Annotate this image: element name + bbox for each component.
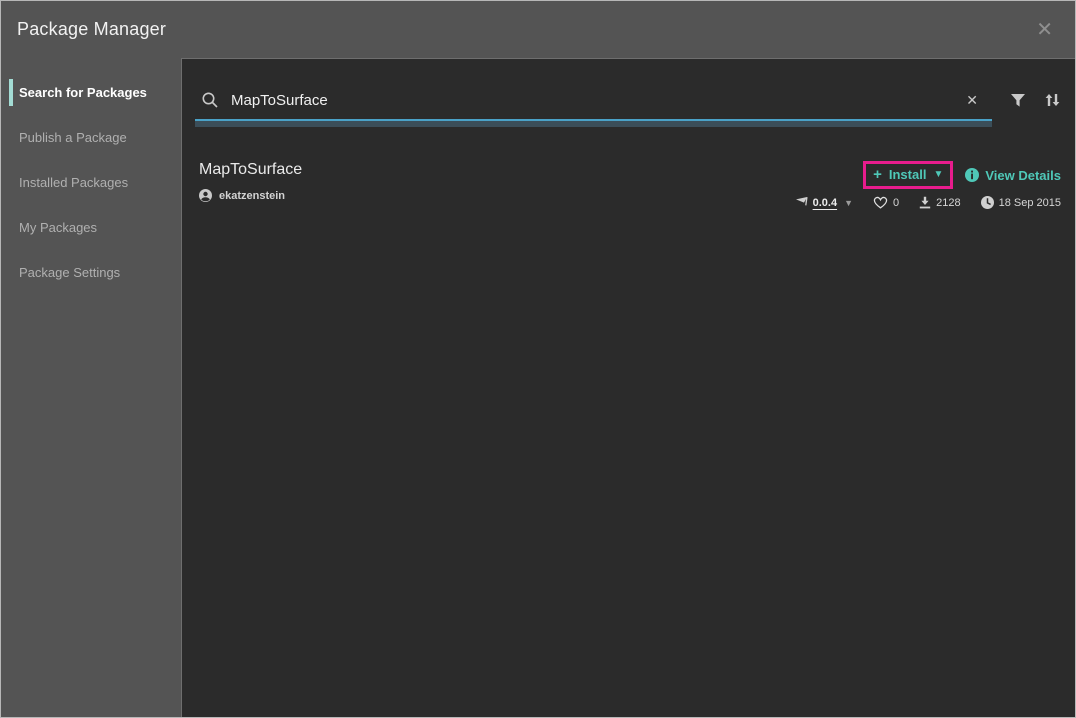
downloads-group: 2128 — [919, 196, 960, 209]
clock-icon — [981, 196, 994, 209]
flag-icon — [794, 196, 808, 209]
window-title: Package Manager — [17, 19, 166, 40]
date-group: 18 Sep 2015 — [981, 196, 1061, 209]
sidebar-item-label: Package Settings — [19, 265, 120, 280]
sidebar-item-publish-a-package[interactable]: Publish a Package — [1, 115, 181, 160]
sidebar-item-label: Publish a Package — [19, 130, 127, 145]
install-label: Install — [889, 167, 927, 182]
package-actions: + Install ▼ — [794, 161, 1061, 209]
active-accent-bar — [9, 79, 13, 106]
search-input[interactable] — [231, 92, 958, 109]
heart-icon[interactable] — [873, 196, 888, 209]
publish-date: 18 Sep 2015 — [999, 197, 1061, 209]
titlebar: Package Manager ✕ — [1, 1, 1075, 58]
author-name[interactable]: ekatzenstein — [219, 190, 285, 202]
likes-group: 0 — [873, 196, 899, 209]
download-icon — [919, 196, 931, 209]
sidebar-item-search-for-packages[interactable]: Search for Packages — [1, 70, 181, 115]
likes-count: 0 — [893, 197, 899, 209]
plus-icon: + — [873, 166, 882, 183]
package-info: MapToSurface ekatzenstein — [199, 161, 302, 202]
search-icon — [201, 91, 219, 109]
package-result-row[interactable]: MapToSurface ekatzenstein — [195, 161, 1061, 209]
actions-row: + Install ▼ — [863, 161, 1061, 189]
sidebar-item-installed-packages[interactable]: Installed Packages — [1, 160, 181, 205]
version-dropdown-caret-icon[interactable]: ▼ — [844, 198, 853, 208]
install-dropdown-caret-icon[interactable]: ▼ — [933, 169, 943, 180]
sidebar-item-package-settings[interactable]: Package Settings — [1, 250, 181, 295]
clear-search-icon[interactable]: ✕ — [958, 90, 986, 111]
window-body: Search for Packages Publish a Package In… — [1, 58, 1075, 718]
search-field[interactable]: ✕ — [195, 83, 992, 117]
version-group: 0.0.4 ▼ — [794, 196, 853, 209]
info-icon — [965, 168, 979, 182]
sidebar-item-label: Search for Packages — [19, 85, 147, 100]
search-underline — [195, 119, 992, 127]
author-icon — [199, 189, 212, 202]
install-button[interactable]: + Install ▼ — [873, 166, 943, 183]
version-link[interactable]: 0.0.4 — [813, 197, 837, 209]
view-details-link[interactable]: View Details — [965, 168, 1061, 183]
view-details-label: View Details — [985, 168, 1061, 183]
sidebar-item-label: My Packages — [19, 220, 97, 235]
author-line: ekatzenstein — [199, 189, 302, 202]
install-highlight-box: + Install ▼ — [863, 161, 953, 189]
package-manager-window: Package Manager ✕ Search for Packages Pu… — [0, 0, 1076, 718]
sidebar-item-label: Installed Packages — [19, 175, 128, 190]
sort-icon[interactable] — [1044, 92, 1061, 108]
stats-row: 0.0.4 ▼ 0 — [794, 196, 1061, 209]
package-name: MapToSurface — [199, 161, 302, 179]
search-row: ✕ — [195, 83, 1061, 117]
downloads-count: 2128 — [936, 197, 960, 209]
sidebar: Search for Packages Publish a Package In… — [1, 58, 181, 718]
close-icon[interactable]: ✕ — [1030, 16, 1059, 44]
main-panel: ✕ MapToSurface — [181, 58, 1075, 718]
filter-icon[interactable] — [1010, 93, 1026, 108]
sidebar-item-my-packages[interactable]: My Packages — [1, 205, 181, 250]
